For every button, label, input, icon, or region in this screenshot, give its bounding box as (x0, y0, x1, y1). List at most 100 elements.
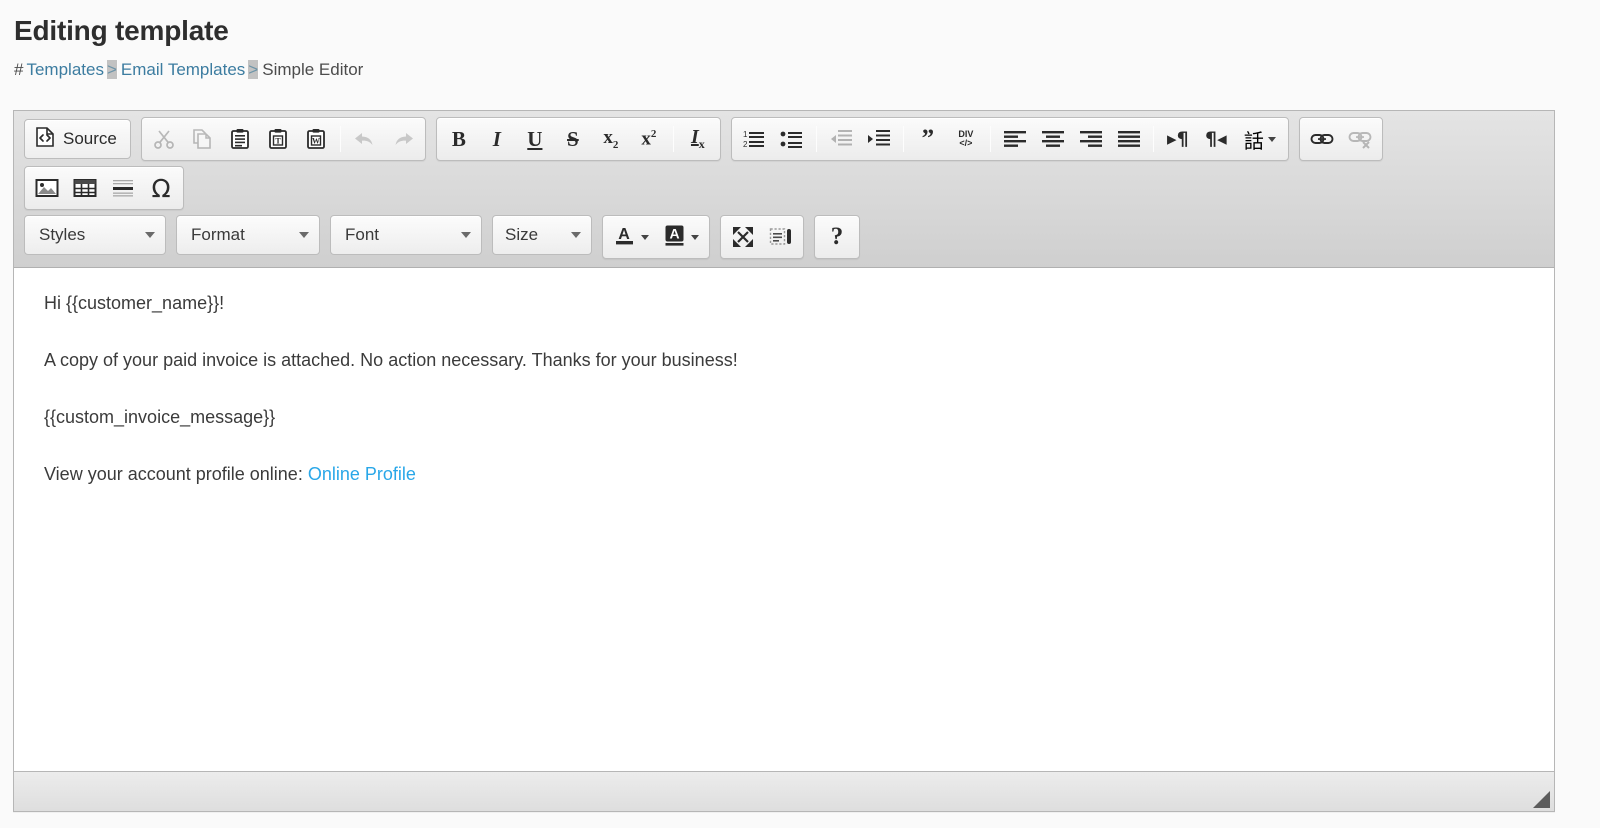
align-right-button[interactable] (1072, 121, 1110, 157)
background-color-icon: A (663, 223, 687, 252)
paste-icon (229, 128, 251, 150)
text-color-button[interactable]: A (606, 219, 656, 255)
unlink-button[interactable] (1341, 121, 1379, 157)
online-profile-link[interactable]: Online Profile (308, 464, 416, 484)
link-button[interactable] (1303, 121, 1341, 157)
about-button[interactable]: ? (818, 219, 856, 255)
toolbar-row-3: Styles Format Font Size A A ? (14, 215, 1554, 259)
svg-text:W: W (312, 137, 320, 146)
undo-arrow-icon (353, 128, 377, 150)
blockquote-icon: ” (921, 125, 935, 153)
decrease-indent-button[interactable] (822, 121, 860, 157)
chevron-down-icon (145, 232, 155, 238)
subscript-icon: x2 (603, 127, 619, 151)
editor-status-bar (14, 771, 1554, 811)
content-paragraph-4-prefix: View your account profile online: (44, 464, 308, 484)
show-blocks-icon (769, 225, 793, 249)
show-blocks-button[interactable] (762, 219, 800, 255)
maximize-button[interactable] (724, 219, 762, 255)
paste-from-word-button[interactable]: W (297, 121, 335, 157)
rtl-icon: ¶◂ (1205, 128, 1227, 150)
link-icon (1310, 128, 1334, 150)
size-combo-label: Size (505, 225, 539, 244)
help-icon: ? (830, 223, 844, 250)
resize-grip[interactable] (1533, 791, 1550, 808)
svg-text:1: 1 (743, 130, 748, 139)
align-left-button[interactable] (996, 121, 1034, 157)
numbered-list-button[interactable]: 1 2 (735, 121, 773, 157)
table-button[interactable] (66, 170, 104, 206)
horizontal-rule-button[interactable] (104, 170, 142, 206)
justify-button[interactable] (1110, 121, 1148, 157)
format-combo[interactable]: Format (176, 215, 320, 255)
svg-text:T: T (275, 137, 281, 146)
toolbar-separator (1152, 126, 1154, 152)
toolbar-separator (339, 126, 341, 152)
copy-icon (191, 128, 213, 150)
breadcrumb-separator-2: > (248, 59, 260, 79)
svg-text:A: A (669, 225, 679, 241)
remove-format-button[interactable]: Ix (679, 121, 717, 157)
paste-word-icon: W (305, 128, 327, 150)
breadcrumb-link-email-templates[interactable]: Email Templates (121, 60, 245, 79)
chevron-down-icon (641, 234, 649, 240)
breadcrumb-link-templates[interactable]: Templates (26, 60, 103, 79)
underline-button[interactable]: U (516, 121, 554, 157)
toolbar-group-tools (720, 215, 804, 259)
ltr-icon: ▸¶ (1167, 128, 1189, 150)
toolbar-row-1: Source T W B I U S x2 x2 Ix 1 2 ” DIV </… (14, 117, 1554, 161)
font-combo[interactable]: Font (330, 215, 482, 255)
editor-content-area[interactable]: Hi {{customer_name}}! A copy of your pai… (14, 268, 1554, 771)
breadcrumb: # Templates > Email Templates > Simple Editor (14, 59, 1600, 80)
paste-button[interactable] (221, 121, 259, 157)
content-paragraph-3: {{custom_invoice_message}} (44, 407, 276, 427)
bulleted-list-icon (780, 128, 804, 150)
cut-button[interactable] (145, 121, 183, 157)
toolbar-group-paragraph: 1 2 ” DIV </> ▸¶ ¶◂ 話 (730, 117, 1289, 161)
blockquote-button[interactable]: ” (909, 121, 947, 157)
svg-text:A: A (618, 226, 630, 243)
bold-button[interactable]: B (440, 121, 478, 157)
undo-button[interactable] (346, 121, 384, 157)
paste-as-plain-text-button[interactable]: T (259, 121, 297, 157)
underline-icon: U (527, 126, 543, 151)
image-icon (35, 177, 59, 199)
language-button[interactable]: 話 (1235, 121, 1285, 157)
styles-combo-label: Styles (39, 225, 86, 244)
redo-button[interactable] (384, 121, 422, 157)
align-center-icon (1041, 128, 1065, 150)
editing-template-page: Editing template # Templates > Email Templa… (0, 0, 1600, 828)
superscript-button[interactable]: x2 (630, 121, 668, 157)
size-combo[interactable]: Size (492, 215, 592, 255)
copy-button[interactable] (183, 121, 221, 157)
bulleted-list-button[interactable] (773, 121, 811, 157)
source-code-icon (34, 126, 56, 153)
italic-button[interactable]: I (478, 121, 516, 157)
content-paragraph-2: A copy of your paid invoice is attached.… (44, 350, 738, 370)
strikethrough-button[interactable]: S (554, 121, 592, 157)
increase-indent-button[interactable] (860, 121, 898, 157)
remove-format-icon: Ix (690, 126, 705, 151)
subscript-button[interactable]: x2 (592, 121, 630, 157)
image-button[interactable] (28, 170, 66, 206)
styles-combo[interactable]: Styles (24, 215, 166, 255)
editor-toolbox: Source T W B I U S x2 x2 Ix 1 2 ” DIV </… (14, 111, 1554, 268)
align-right-icon (1079, 128, 1103, 150)
create-div-button[interactable]: DIV </> (947, 121, 985, 157)
horizontal-rule-icon (111, 177, 135, 199)
superscript-icon: x2 (641, 127, 657, 150)
special-character-button[interactable]: Ω (142, 170, 180, 206)
numbered-list-icon: 1 2 (742, 128, 766, 150)
ckeditor-container: Source T W B I U S x2 x2 Ix 1 2 ” DIV </… (13, 110, 1555, 812)
create-div-icon: DIV </> (958, 129, 974, 148)
align-center-button[interactable] (1034, 121, 1072, 157)
toolbar-row-2: Ω (14, 166, 1554, 210)
breadcrumb-separator-1: > (106, 59, 118, 79)
text-direction-rtl-button[interactable]: ¶◂ (1197, 121, 1235, 157)
background-color-button[interactable]: A (656, 219, 706, 255)
chevron-down-icon (299, 232, 309, 238)
text-direction-ltr-button[interactable]: ▸¶ (1159, 121, 1197, 157)
page-header: Editing template # Templates > Email Templa… (0, 0, 1600, 80)
source-button[interactable]: Source (24, 119, 131, 159)
toolbar-separator (989, 126, 991, 152)
